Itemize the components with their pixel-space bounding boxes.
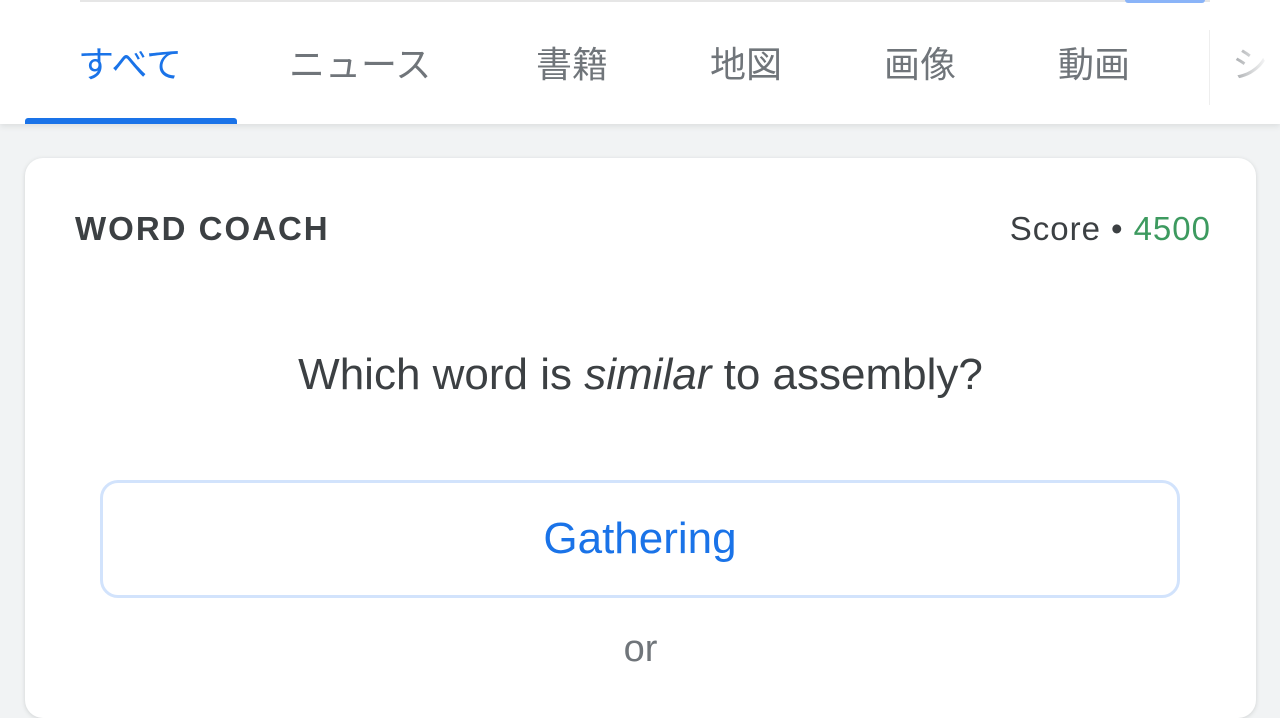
tab-all[interactable]: すべて bbox=[78, 40, 182, 92]
question-suffix: to assembly? bbox=[723, 350, 983, 399]
word-coach-card: WORD COACH Score • 4500 Which word is simi… bbox=[25, 158, 1256, 718]
card-title: WORD COACH bbox=[75, 210, 330, 247]
score-label: Score bbox=[1009, 210, 1102, 247]
search-tabs-bar: すべて ニュース 書籍 地図 画像 動画 シ bbox=[0, 0, 1280, 124]
tab-videos[interactable]: 動画 bbox=[1058, 40, 1130, 92]
tab-maps[interactable]: 地図 bbox=[710, 40, 782, 92]
tab-list: すべて ニュース 書籍 地図 画像 動画 シ bbox=[0, 0, 1280, 124]
question-prefix: Which word is bbox=[298, 350, 573, 399]
score-value: 4500 bbox=[1133, 210, 1211, 247]
active-tab-indicator bbox=[25, 118, 237, 124]
tab-images[interactable]: 画像 bbox=[884, 40, 956, 92]
answer-option-gathering[interactable]: Gathering bbox=[100, 480, 1180, 598]
score-separator: • bbox=[1111, 210, 1124, 247]
tab-scroll-fade bbox=[1209, 30, 1280, 105]
or-separator: or bbox=[623, 628, 658, 670]
question-emphasis: similar bbox=[584, 350, 712, 399]
tab-news[interactable]: ニュース bbox=[289, 40, 431, 92]
question: Which word is similar to assembly? bbox=[25, 350, 1256, 400]
tab-books[interactable]: 書籍 bbox=[536, 40, 608, 92]
score: Score • 4500 bbox=[1010, 210, 1211, 248]
